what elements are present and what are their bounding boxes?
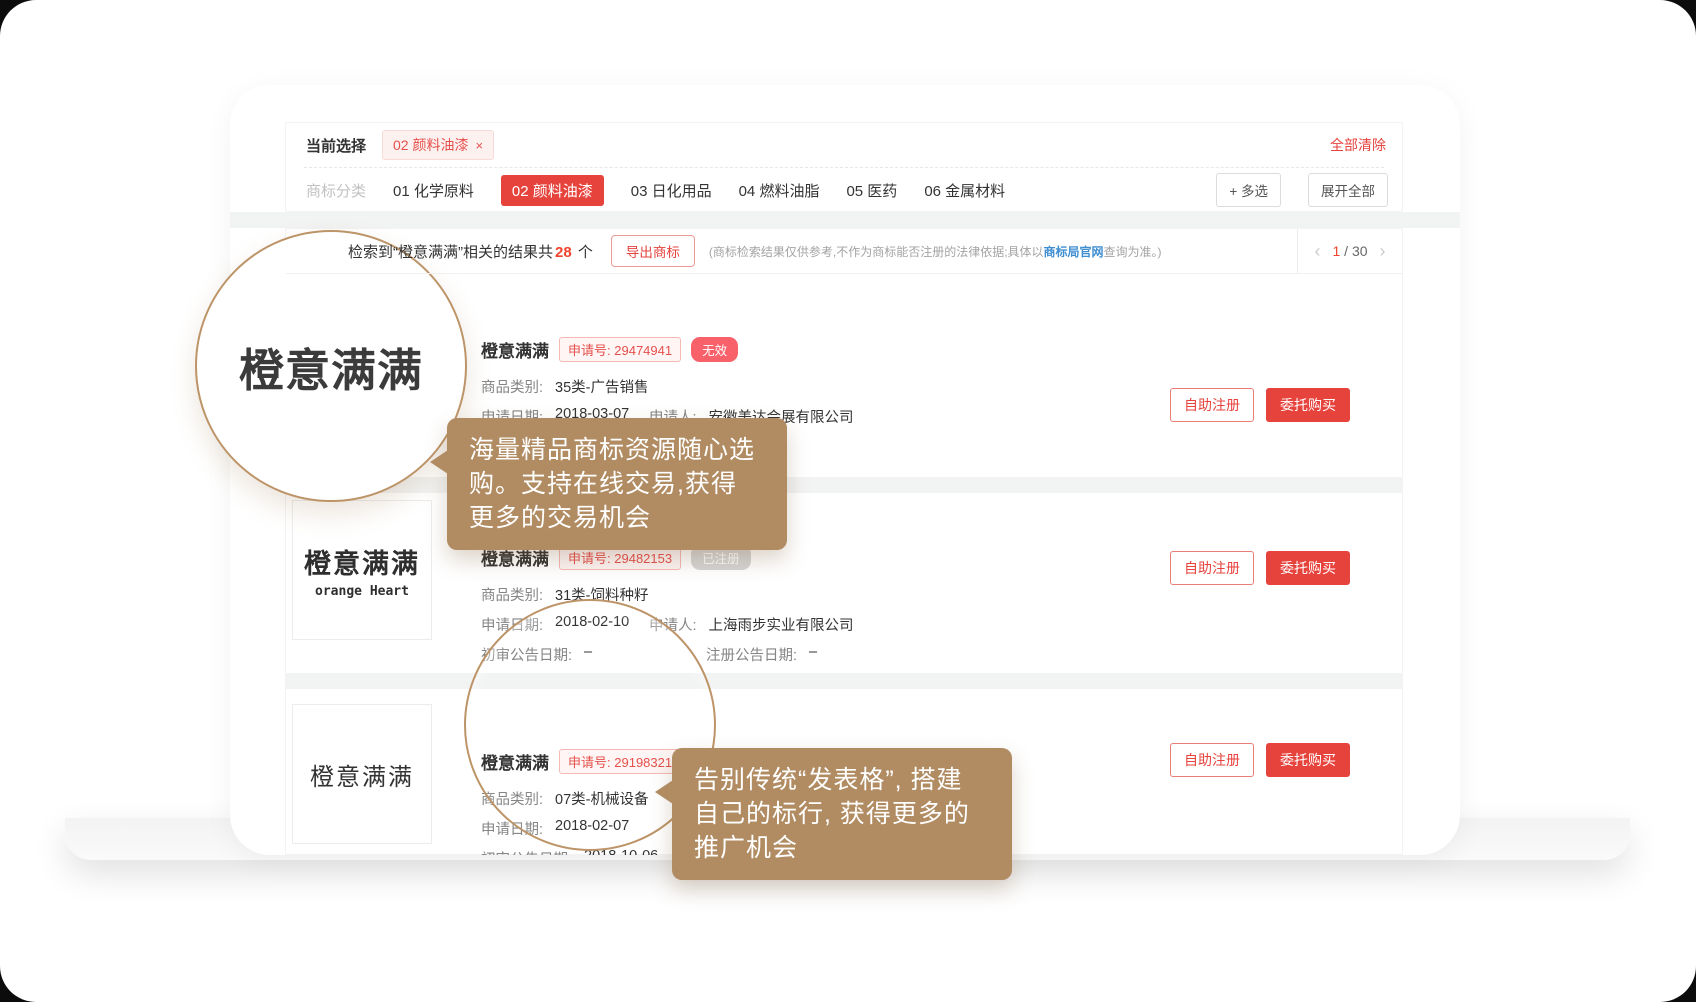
row-actions-3: 自助注册 委托购买 bbox=[1170, 743, 1350, 777]
selected-filter-chip-label: 02 颜料油漆 bbox=[393, 135, 468, 155]
category-label: 商品类别: bbox=[481, 376, 543, 397]
clear-all-button[interactable]: 全部清除 bbox=[1330, 135, 1386, 155]
tooltip-line: 海量精品商标资源随心选 bbox=[469, 433, 765, 467]
disclaimer-post: 查询为准。) bbox=[1104, 245, 1162, 259]
trademark-image-subtext: orange Heart bbox=[315, 584, 409, 599]
trademark-image-3[interactable]: 橙意满满 bbox=[292, 704, 432, 844]
next-page-icon[interactable]: › bbox=[1380, 242, 1386, 260]
results-summary-prefix: 检索到“橙意满满”相关的结果共 bbox=[348, 244, 553, 261]
magnified-trademark-text: 橙意满满 bbox=[239, 334, 423, 399]
export-trademarks-button[interactable]: 导出商标 bbox=[611, 235, 695, 267]
applicant-value: 上海雨步实业有限公司 bbox=[709, 614, 854, 635]
category-item-06[interactable]: 06 金属材料 bbox=[924, 180, 1005, 201]
category-line: 商品类别: 35类-广告销售 bbox=[481, 376, 1141, 397]
page-indicator: 1 / 30 bbox=[1332, 243, 1367, 259]
status-badge-invalid: 无效 bbox=[691, 337, 738, 362]
first-pub-label: 初审公告日期: bbox=[481, 848, 572, 855]
prev-page-icon[interactable]: ‹ bbox=[1314, 242, 1320, 260]
self-register-button[interactable]: 自助注册 bbox=[1170, 743, 1254, 777]
trademark-image-text: 橙意满满 bbox=[304, 542, 420, 581]
application-number-label: 申请号: bbox=[568, 551, 611, 566]
total-pages: 30 bbox=[1352, 243, 1368, 259]
tooltip-line: 更多的交易机会 bbox=[469, 501, 765, 535]
entrust-buy-button[interactable]: 委托购买 bbox=[1266, 551, 1350, 585]
selected-filter-chip[interactable]: 02 颜料油漆 × bbox=[382, 130, 494, 160]
applicant-pair: 申请人:上海雨步实业有限公司 bbox=[649, 614, 854, 635]
disclaimer-pre: (商标检索结果仅供参考,不作为商标能否注册的法律依据;具体以 bbox=[709, 245, 1044, 259]
multi-select-button[interactable]: + 多选 bbox=[1216, 173, 1281, 207]
results-summary-suffix: 个 bbox=[574, 244, 593, 261]
application-number-value: 29482153 bbox=[614, 551, 672, 566]
disclaimer-text: (商标检索结果仅供参考,不作为商标能否注册的法律依据;具体以商标局官网查询为准。… bbox=[709, 243, 1297, 260]
application-number-chip: 申请号: 29474941 bbox=[559, 337, 681, 362]
results-header-row: 检索到“橙意满满”相关的结果共28 个 导出商标 (商标检索结果仅供参考,不作为… bbox=[286, 229, 1402, 274]
results-summary: 检索到“橙意满满”相关的结果共28 个 bbox=[348, 241, 593, 262]
row-actions-2: 自助注册 委托购买 bbox=[1170, 551, 1350, 585]
expand-all-button[interactable]: 展开全部 bbox=[1308, 173, 1388, 207]
promo-tooltip-promotion: 告别传统“发表格”, 搭建 自己的标行, 获得更多的 推广机会 bbox=[672, 748, 1012, 880]
category-row: 商标分类 01 化学原料 02 颜料油漆 03 日化用品 04 燃料油脂 05 … bbox=[286, 168, 1402, 212]
category-item-01[interactable]: 01 化学原料 bbox=[393, 180, 474, 201]
category-label: 商品类别: bbox=[481, 584, 543, 605]
entrust-buy-button[interactable]: 委托购买 bbox=[1266, 388, 1350, 422]
tooltip-line: 购。支持在线交易,获得 bbox=[469, 467, 765, 501]
page-separator: / bbox=[1344, 243, 1348, 259]
category-item-05[interactable]: 05 医药 bbox=[846, 180, 897, 201]
category-item-03[interactable]: 03 日化用品 bbox=[631, 180, 712, 201]
reg-pub-pair: 注册公告日期:– bbox=[706, 644, 817, 665]
trademark-image-text: 橙意满满 bbox=[310, 757, 414, 792]
section-gap bbox=[230, 212, 1460, 228]
row-actions-1: 自助注册 委托购买 bbox=[1170, 388, 1350, 422]
application-number-value: 29474941 bbox=[614, 343, 672, 358]
category-item-04[interactable]: 04 燃料油脂 bbox=[739, 180, 820, 201]
entrust-buy-button[interactable]: 委托购买 bbox=[1266, 743, 1350, 777]
application-number-label: 申请号: bbox=[568, 343, 611, 358]
category-item-02-active[interactable]: 02 颜料油漆 bbox=[501, 175, 604, 206]
pagination: ‹ 1 / 30 › bbox=[1297, 229, 1402, 273]
filter-header-card: 当前选择 02 颜料油漆 × 全部清除 商标分类 01 化学原料 02 颜料油漆… bbox=[285, 122, 1403, 212]
promo-tooltip-marketplace: 海量精品商标资源随心选 购。支持在线交易,获得 更多的交易机会 bbox=[447, 418, 787, 550]
tooltip-arrow-icon bbox=[430, 450, 448, 474]
reg-pub-label: 注册公告日期: bbox=[706, 644, 797, 665]
self-register-button[interactable]: 自助注册 bbox=[1170, 388, 1254, 422]
self-register-button[interactable]: 自助注册 bbox=[1170, 551, 1254, 585]
chip-close-icon[interactable]: × bbox=[475, 138, 483, 153]
tooltip-line: 告别传统“发表格”, 搭建 bbox=[694, 763, 990, 797]
tooltip-line: 自己的标行, 获得更多的 bbox=[694, 797, 990, 831]
trademark-image-2[interactable]: 橙意满满 orange Heart bbox=[292, 500, 432, 640]
category-bar-label: 商标分类 bbox=[306, 180, 366, 201]
current-selection-label: 当前选择 bbox=[306, 135, 366, 156]
category-value: 35类-广告销售 bbox=[555, 376, 648, 397]
title-line: 橙意满满 申请号: 29474941 无效 bbox=[481, 337, 1141, 362]
tooltip-line: 推广机会 bbox=[694, 831, 990, 865]
trademark-office-link[interactable]: 商标局官网 bbox=[1044, 245, 1104, 259]
reg-pub-value: – bbox=[809, 644, 817, 665]
trademark-name[interactable]: 橙意满满 bbox=[481, 337, 549, 362]
current-selection-row: 当前选择 02 颜料油漆 × 全部清除 bbox=[286, 123, 1402, 167]
page-canvas: 当前选择 02 颜料油漆 × 全部清除 商标分类 01 化学原料 02 颜料油漆… bbox=[0, 0, 1696, 1002]
row-gap bbox=[286, 673, 1402, 689]
tooltip-arrow-icon bbox=[655, 780, 673, 804]
current-page: 1 bbox=[1332, 243, 1340, 259]
results-count: 28 bbox=[553, 244, 574, 261]
